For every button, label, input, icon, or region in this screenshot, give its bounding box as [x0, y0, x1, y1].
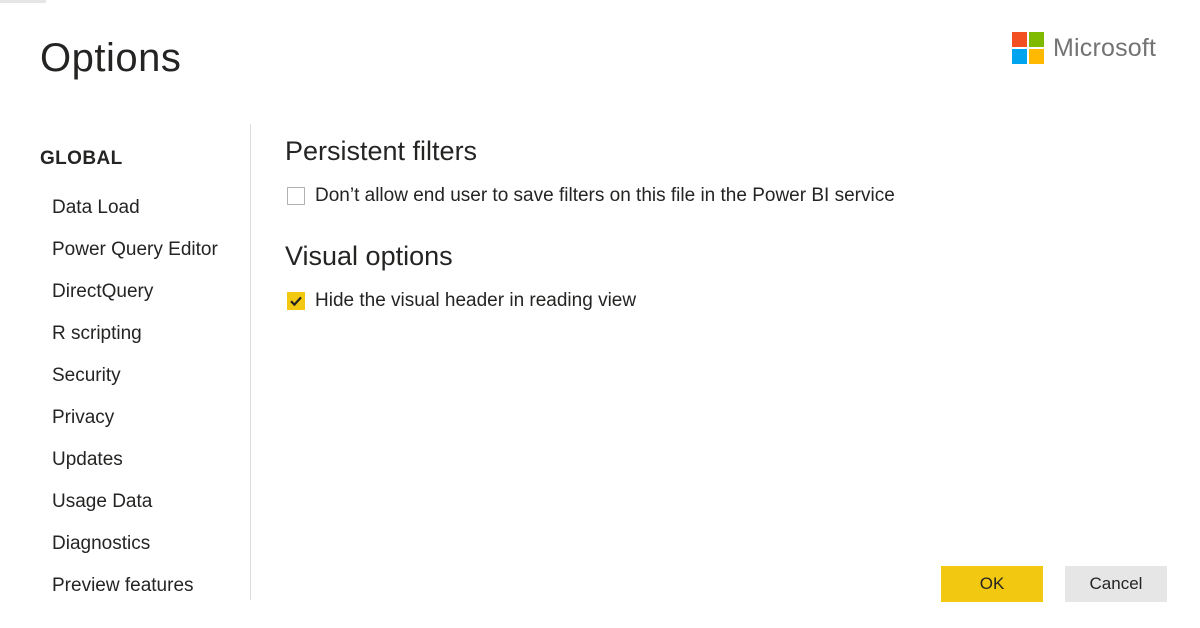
sidebar-item-updates[interactable]: Updates [52, 448, 218, 490]
option-hide-visual-header[interactable]: Hide the visual header in reading view [287, 290, 636, 312]
dialog-title: Options [40, 36, 182, 80]
logo-square-blue [1012, 49, 1027, 64]
section-title-visual-options: Visual options [285, 241, 453, 271]
persistent-filters-label: Don’t allow end user to save filters on … [315, 185, 895, 206]
persistent-filters-checkbox[interactable] [287, 187, 305, 205]
sidebar-item-data-load[interactable]: Data Load [52, 196, 218, 238]
brand-name: Microsoft [1053, 33, 1157, 62]
cancel-button[interactable]: Cancel [1065, 566, 1167, 602]
sidebar-item-power-query-editor[interactable]: Power Query Editor [52, 238, 218, 280]
sidebar: GLOBAL Data Load Power Query Editor Dire… [0, 124, 251, 600]
logo-square-green [1029, 32, 1044, 47]
sidebar-item-security[interactable]: Security [52, 364, 218, 406]
logo-square-red [1012, 32, 1027, 47]
sidebar-item-directquery[interactable]: DirectQuery [52, 280, 218, 322]
brand: Microsoft [1012, 32, 1156, 64]
option-persistent-filters[interactable]: Don’t allow end user to save filters on … [287, 185, 895, 207]
sidebar-nav: Data Load Power Query Editor DirectQuery… [52, 196, 218, 616]
ok-button[interactable]: OK [941, 566, 1043, 602]
sidebar-heading: GLOBAL [40, 148, 123, 169]
check-icon [290, 296, 302, 307]
sidebar-item-usage-data[interactable]: Usage Data [52, 490, 218, 532]
window-edge [0, 0, 46, 3]
hide-visual-header-label: Hide the visual header in reading view [315, 290, 637, 311]
logo-square-yellow [1029, 49, 1044, 64]
sidebar-item-r-scripting[interactable]: R scripting [52, 322, 218, 364]
sidebar-item-diagnostics[interactable]: Diagnostics [52, 532, 218, 574]
sidebar-item-privacy[interactable]: Privacy [52, 406, 218, 448]
sidebar-item-preview-features[interactable]: Preview features [52, 574, 218, 616]
hide-visual-header-checkbox[interactable] [287, 292, 305, 310]
section-title-persistent-filters: Persistent filters [285, 136, 478, 166]
microsoft-logo-icon [1012, 32, 1044, 64]
